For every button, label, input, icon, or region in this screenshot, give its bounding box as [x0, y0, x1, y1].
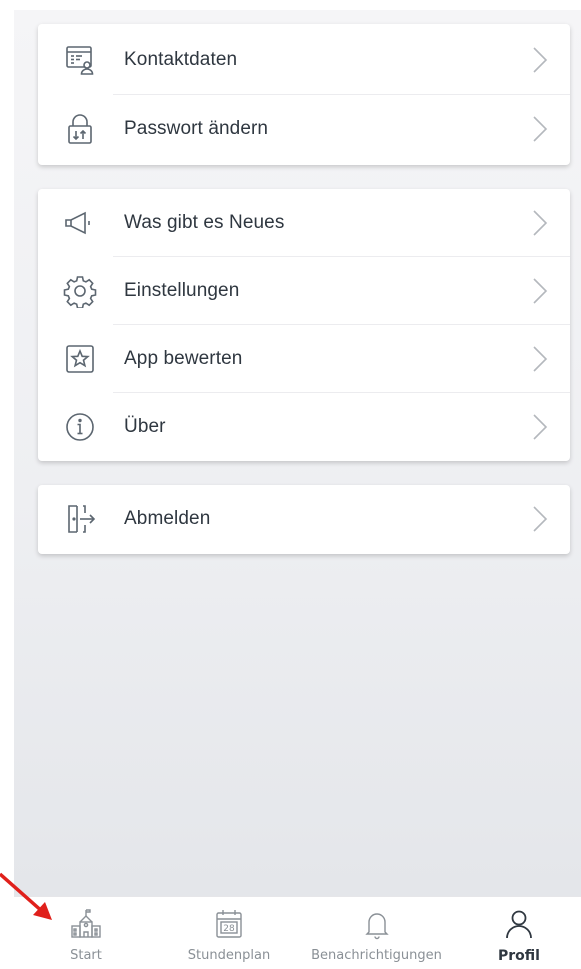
star-icon — [66, 345, 94, 373]
chevron-right-icon — [533, 414, 548, 440]
bottom-tab-bar: Start 28 Stundenplan Benachrichtigungen … — [14, 896, 581, 969]
chevron-right-icon — [533, 346, 548, 372]
chevron-right-icon — [533, 210, 548, 236]
menu-item-settings[interactable]: Einstellungen — [38, 257, 570, 325]
lock-icon — [68, 114, 92, 144]
chevron-right-icon — [533, 278, 548, 304]
chevron-right-icon — [533, 506, 548, 532]
profile-screen: Kontaktdaten Passwort ändern Was gibt es… — [14, 10, 581, 896]
info-icon — [66, 413, 94, 441]
menu-item-label: Einstellungen — [124, 280, 240, 301]
logout-icon — [68, 505, 96, 533]
tab-label: Benachrichtigungen — [311, 948, 442, 963]
menu-item-label: Was gibt es Neues — [124, 212, 285, 233]
megaphone-icon — [65, 211, 90, 235]
user-icon — [506, 910, 532, 939]
menu-item-label: Passwort ändern — [124, 118, 269, 139]
logout-card: Abmelden — [38, 485, 570, 554]
menu-item-change-password[interactable]: Passwort ändern — [38, 95, 570, 163]
tab-benachrichtigungen[interactable]: Benachrichtigungen — [304, 897, 449, 969]
account-card: Kontaktdaten Passwort ändern — [38, 24, 570, 165]
tab-label: Stundenplan — [187, 948, 271, 963]
menu-item-contact-data[interactable]: Kontaktdaten — [38, 26, 570, 94]
tab-stundenplan[interactable]: 28 Stundenplan — [174, 897, 284, 969]
menu-item-whats-new[interactable]: Was gibt es Neues — [38, 189, 570, 257]
gear-icon — [63, 276, 97, 308]
menu-item-logout[interactable]: Abmelden — [38, 485, 570, 553]
calendar-icon: 28 — [216, 910, 242, 938]
chevron-right-icon — [533, 116, 548, 142]
tab-profil[interactable]: Profil — [479, 897, 559, 969]
menu-item-about[interactable]: Über — [38, 393, 570, 461]
annotation-arrow-icon — [0, 872, 52, 920]
menu-item-label: Abmelden — [124, 508, 211, 529]
tab-label: Profil — [498, 948, 540, 964]
bell-icon — [364, 913, 389, 940]
menu-item-label: App bewerten — [124, 348, 243, 369]
tab-label: Start — [70, 948, 102, 963]
calendar-date-text: 28 — [223, 924, 235, 934]
menu-item-rate-app[interactable]: App bewerten — [38, 325, 570, 393]
menu-item-label: Kontaktdaten — [124, 49, 238, 70]
app-card: Was gibt es Neues Einstellungen App bewe… — [38, 189, 570, 461]
chevron-right-icon — [533, 47, 548, 73]
contact-card-icon — [66, 46, 94, 75]
menu-item-label: Über — [124, 416, 166, 437]
